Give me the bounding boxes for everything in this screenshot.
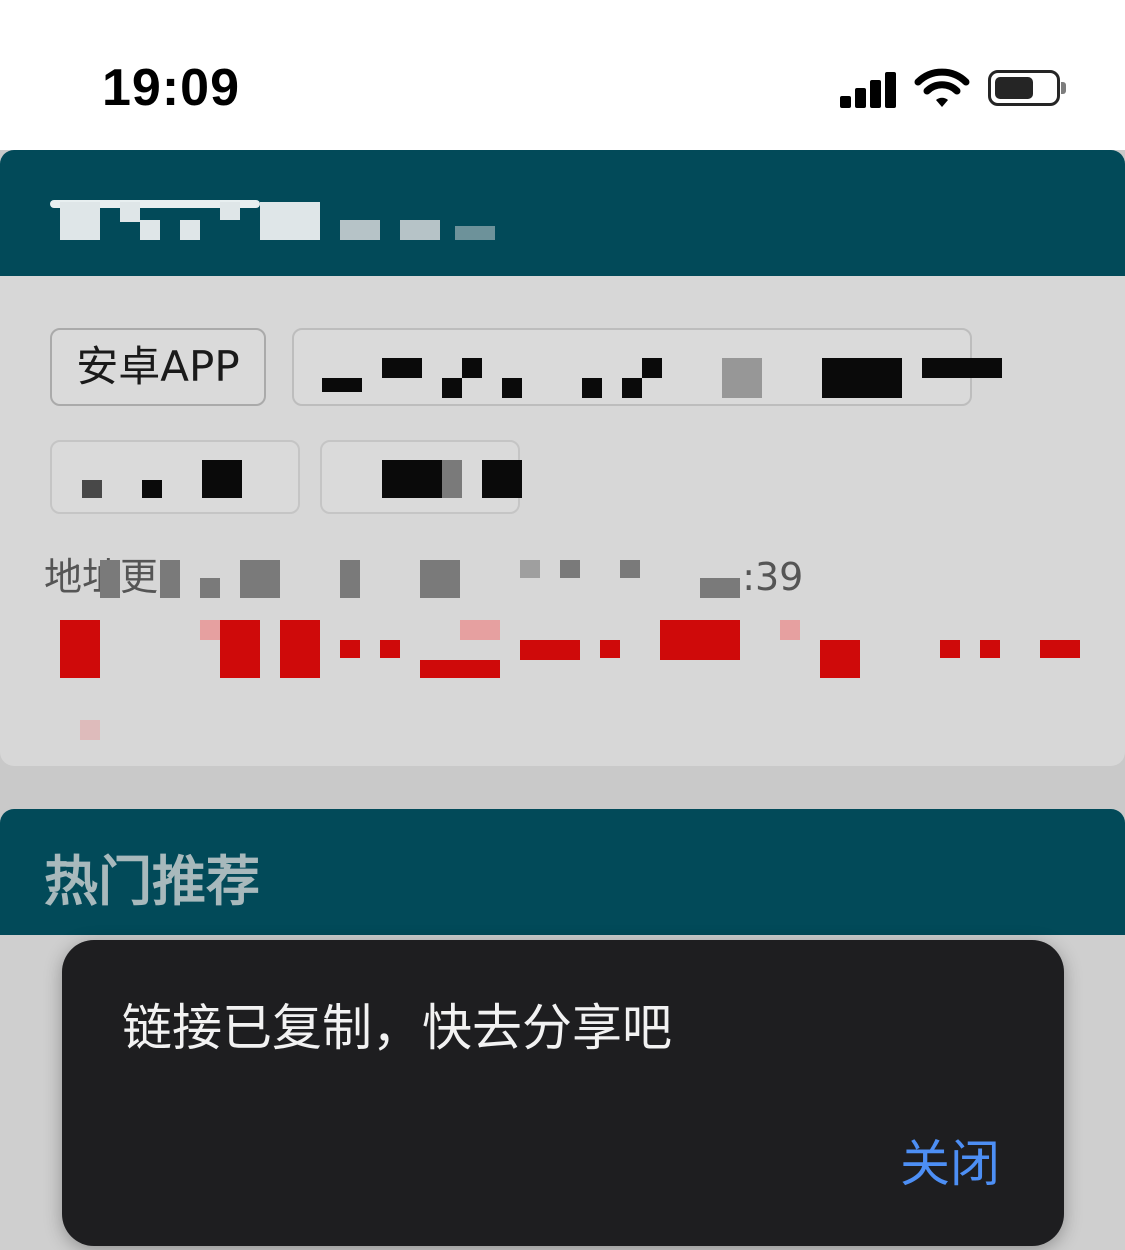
redacted-block — [922, 358, 1002, 378]
redacted-block — [600, 640, 620, 658]
redacted-block — [382, 358, 422, 378]
redacted-block — [322, 378, 362, 392]
redacted-block — [1040, 640, 1080, 658]
status-bar: 19:09 — [0, 0, 1125, 150]
redacted-block — [520, 640, 580, 660]
redacted-block — [502, 378, 522, 398]
redacted-tag — [320, 440, 522, 514]
tag-android-app[interactable]: 安卓APP — [50, 328, 266, 406]
copy-link-toast: 链接已复制，快去分享吧 关闭 — [62, 940, 1064, 1246]
redacted-block — [622, 378, 642, 398]
address-time-fragment: :39 — [742, 555, 804, 599]
redacted-block — [780, 620, 800, 640]
redacted-block — [442, 460, 462, 498]
redacted-block — [420, 560, 460, 598]
redacted-block — [520, 560, 540, 578]
redacted-block — [442, 378, 462, 398]
redacted-block — [60, 620, 100, 678]
redacted-block — [455, 226, 495, 240]
redacted-block — [142, 480, 162, 498]
redacted-block — [420, 660, 500, 678]
redacted-block — [660, 620, 740, 660]
redacted-block — [120, 202, 140, 222]
redacted-block — [380, 640, 400, 658]
redacted-block — [340, 640, 360, 658]
redacted-block — [940, 640, 960, 658]
redacted-block — [80, 720, 100, 740]
redacted-block — [220, 620, 260, 678]
redacted-block — [642, 358, 662, 378]
redacted-block — [202, 460, 242, 498]
redacted-block — [140, 220, 160, 240]
redacted-block — [382, 460, 442, 498]
redacted-block — [220, 202, 240, 220]
redacted-block — [340, 560, 360, 598]
battery-icon — [988, 70, 1066, 106]
redacted-block — [582, 378, 602, 398]
redacted-block — [460, 620, 500, 640]
redacted-block — [462, 358, 482, 378]
redacted-block — [100, 560, 120, 598]
redacted-block — [180, 220, 200, 240]
redacted-block — [482, 460, 522, 498]
redacted-tag — [292, 328, 1002, 406]
redacted-block — [60, 202, 100, 240]
signal-icon — [840, 70, 900, 108]
redacted-block — [260, 202, 320, 240]
redacted-tag — [50, 440, 300, 514]
redacted-block — [820, 640, 860, 678]
redacted-block — [620, 560, 640, 578]
redacted-block — [560, 560, 580, 578]
wifi-icon — [914, 66, 970, 110]
redacted-block — [82, 480, 102, 498]
redacted-block — [980, 640, 1000, 658]
hot-recommend-title: 热门推荐 — [44, 850, 260, 913]
redacted-block — [822, 358, 902, 398]
card-header — [0, 150, 1125, 276]
redacted-block — [240, 560, 280, 598]
redacted-block — [200, 578, 220, 598]
redacted-block — [700, 578, 740, 598]
info-card: 安卓APP 地址更 :39 — [0, 150, 1125, 766]
close-button[interactable]: 关闭 — [900, 1124, 1000, 1196]
redacted-block — [722, 358, 762, 398]
redacted-block — [160, 560, 180, 598]
hot-recommend-section: 热门推荐 — [0, 809, 1125, 935]
redacted-block — [340, 220, 380, 240]
redacted-block — [400, 220, 440, 240]
toast-message: 链接已复制，快去分享吧 — [122, 999, 672, 1057]
redacted-block — [280, 620, 320, 678]
redacted-block — [200, 620, 220, 640]
status-time: 19:09 — [102, 59, 240, 117]
